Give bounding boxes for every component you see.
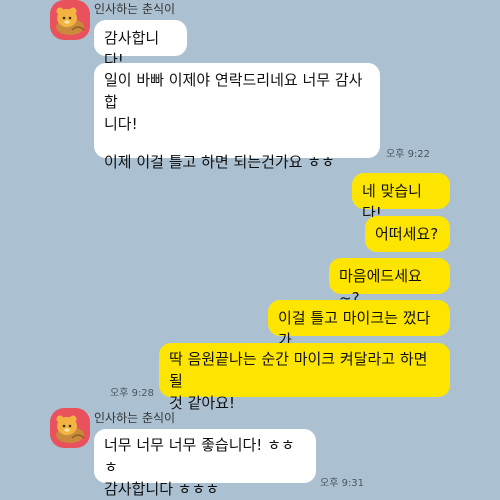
message-text: 이제 이걸 틀고 하면 되는건가요 ㅎㅎ bbox=[104, 153, 335, 171]
message-text bbox=[104, 135, 370, 151]
message-text: 딱 음원끝나는 순간 마이크 켜달라고 하면 될 bbox=[169, 350, 428, 390]
choonsik-avatar-icon bbox=[56, 7, 85, 35]
timestamp: 오후 9:28 bbox=[110, 388, 155, 399]
message-bubble[interactable]: 네 맞습니다! bbox=[352, 173, 450, 222]
choonsik-avatar-icon bbox=[56, 415, 85, 443]
message-text: 어떠세요? bbox=[375, 225, 439, 243]
message-bubble[interactable]: 딱 음원끝나는 순간 마이크 켜달라고 하면 될 것 같아요! bbox=[159, 343, 450, 412]
message-text: 일이 바빠 이제야 연락드리네요 너무 감사합 bbox=[104, 71, 363, 111]
timestamp: 오후 9:22 bbox=[386, 149, 431, 160]
message-bubble[interactable]: 어떠세요? bbox=[365, 216, 450, 252]
message-text: 너무 너무 너무 좋습니다! ㅎㅎㅎ bbox=[104, 436, 295, 476]
sender-name: 인사하는 춘식이 bbox=[94, 411, 176, 425]
message-text: 것 같아요! bbox=[169, 394, 235, 412]
avatar[interactable] bbox=[50, 0, 90, 40]
sender-name: 인사하는 춘식이 bbox=[94, 2, 176, 16]
message-bubble[interactable]: 감사합니다! bbox=[94, 20, 187, 69]
message-bubble[interactable]: 너무 너무 너무 좋습니다! ㅎㅎㅎ 감사합니다 ㅎㅎㅎ bbox=[94, 429, 316, 498]
message-bubble[interactable]: 이걸 틀고 마이크는 껐다가 bbox=[268, 300, 450, 349]
timestamp: 오후 9:31 bbox=[320, 478, 365, 489]
avatar[interactable] bbox=[50, 408, 90, 448]
message-bubble[interactable]: 일이 바빠 이제야 연락드리네요 너무 감사합 니다! 이제 이걸 틀고 하면 … bbox=[94, 63, 380, 171]
message-text: 감사합니다 ㅎㅎㅎ bbox=[104, 480, 220, 498]
message-text: 니다! bbox=[104, 115, 138, 133]
message-bubble[interactable]: 마음에드세요~? bbox=[329, 258, 450, 307]
